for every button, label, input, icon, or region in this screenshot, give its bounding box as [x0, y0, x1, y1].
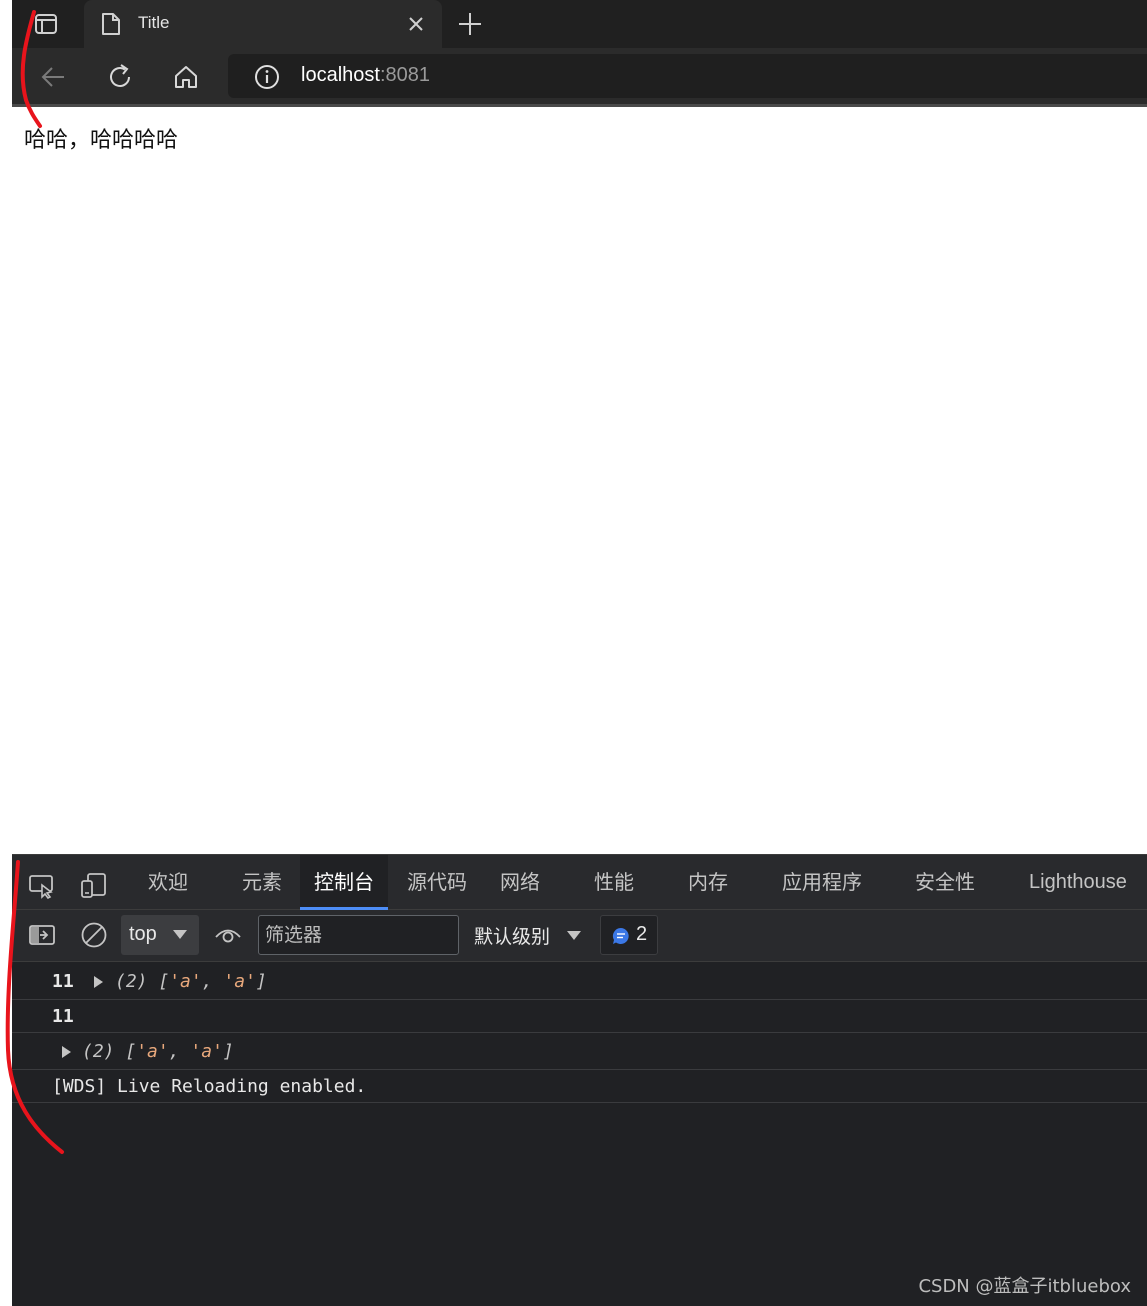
url-text[interactable]: localhost:8081 — [301, 64, 430, 87]
eye-icon[interactable] — [213, 921, 241, 949]
home-icon[interactable] — [171, 62, 201, 92]
refresh-icon[interactable] — [105, 62, 135, 92]
show-sidebar-icon[interactable] — [28, 921, 56, 949]
console-row: (2) ['a', 'a'] — [12, 1033, 1147, 1070]
clear-console-icon[interactable] — [80, 921, 108, 949]
tab-network[interactable]: 网络 — [486, 855, 554, 910]
expand-triangle-icon[interactable] — [94, 976, 103, 988]
context-selector[interactable]: top — [121, 915, 199, 955]
array-prefix: (2) [ — [82, 1041, 137, 1062]
tab-console[interactable]: 控制台 — [300, 855, 388, 910]
expand-triangle-icon[interactable] — [62, 1046, 71, 1058]
plus-icon[interactable] — [456, 10, 484, 38]
message-count: 2 — [636, 923, 648, 945]
chevron-down-icon — [567, 931, 581, 940]
tab-memory[interactable]: 内存 — [674, 855, 742, 910]
url-host: localhost — [301, 64, 380, 86]
console-output: 11 (2) ['a', 'a'] 11 (2) ['a', 'a'] [WDS… — [12, 963, 1147, 1103]
console-row: 11 (2) ['a', 'a'] — [12, 963, 1147, 1000]
console-toolbar: top 默认级别 2 — [12, 910, 1147, 962]
array-separator: , — [201, 971, 224, 992]
array-separator: , — [168, 1041, 191, 1062]
filter-input[interactable] — [258, 915, 459, 955]
message-bubble-icon — [612, 927, 630, 945]
tab-title: Title — [138, 13, 170, 32]
devtools-panel: 欢迎 元素 控制台 源代码 网络 性能 内存 应用程序 安全性 Lighthou… — [12, 854, 1147, 1306]
tab-strip: Title — [12, 0, 1147, 48]
log-level-selector[interactable]: 默认级别 — [474, 922, 550, 949]
chrome-divider — [12, 104, 1147, 107]
document-icon — [100, 12, 122, 36]
array-item: 'a' — [190, 1041, 223, 1062]
tab-actions-icon[interactable] — [34, 12, 58, 36]
tab-lighthouse[interactable]: Lighthouse — [1015, 855, 1141, 910]
page-body-text: 哈哈，哈哈哈哈 — [24, 128, 179, 153]
address-bar[interactable]: localhost:8081 — [228, 54, 1147, 98]
array-prefix: (2) [ — [115, 971, 170, 992]
array-item: 'a' — [136, 1041, 169, 1062]
chevron-down-icon — [173, 930, 187, 939]
log-message: [WDS] Live Reloading enabled. — [52, 1076, 367, 1097]
tab-security[interactable]: 安全性 — [901, 855, 989, 910]
browser-chrome: Title localhost:8081 — [12, 0, 1147, 107]
tab-elements[interactable]: 元素 — [228, 855, 296, 910]
devtools-tab-bar: 欢迎 元素 控制台 源代码 网络 性能 内存 应用程序 安全性 Lighthou… — [12, 855, 1147, 910]
array-preview[interactable]: (2) ['a', 'a'] — [115, 971, 267, 992]
tab-performance[interactable]: 性能 — [580, 855, 648, 910]
browser-toolbar: localhost:8081 — [12, 48, 1147, 104]
inspect-element-icon[interactable] — [28, 871, 56, 900]
console-row: [WDS] Live Reloading enabled. — [12, 1070, 1147, 1103]
close-icon[interactable] — [406, 14, 426, 34]
array-preview[interactable]: (2) ['a', 'a'] — [82, 1041, 234, 1062]
back-arrow-icon[interactable] — [38, 62, 68, 92]
tab-welcome[interactable]: 欢迎 — [134, 855, 202, 910]
message-count-badge[interactable]: 2 — [600, 915, 658, 955]
tab-application[interactable]: 应用程序 — [768, 855, 876, 910]
browser-tab[interactable]: Title — [84, 0, 442, 48]
array-item: 'a' — [169, 971, 202, 992]
array-suffix: ] — [255, 971, 267, 992]
array-item: 'a' — [223, 971, 256, 992]
watermark-text: CSDN @蓝盒子itbluebox — [918, 1276, 1131, 1297]
array-suffix: ] — [222, 1041, 234, 1062]
info-icon[interactable] — [254, 64, 280, 90]
tab-sources[interactable]: 源代码 — [393, 855, 481, 910]
url-port: :8081 — [379, 64, 430, 86]
device-toolbar-icon[interactable] — [80, 871, 108, 899]
console-row: 11 — [12, 1000, 1147, 1033]
log-number: 11 — [52, 971, 74, 992]
context-label: top — [129, 923, 157, 945]
log-number: 11 — [52, 1006, 74, 1027]
